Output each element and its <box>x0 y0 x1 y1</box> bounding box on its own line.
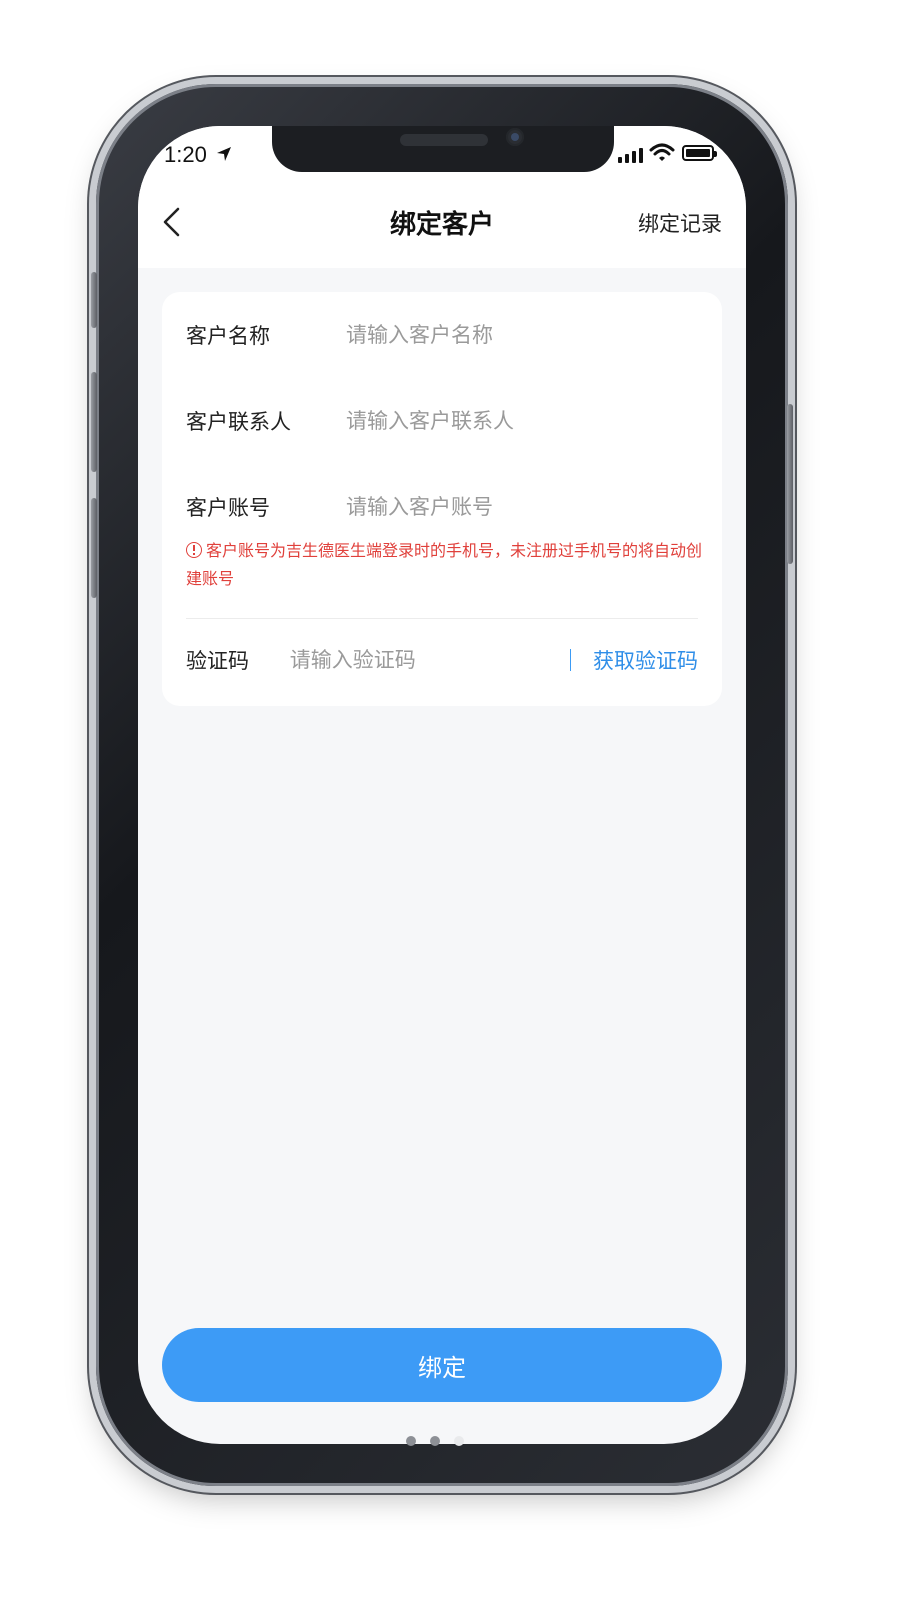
account-input[interactable] <box>346 495 698 519</box>
customer-name-label: 客户名称 <box>186 324 270 348</box>
verify-code-input[interactable] <box>289 648 558 672</box>
verify-code-label: 验证码 <box>186 649 249 673</box>
phone-screen: 1:20 绑定客户 绑定记录 客户名称 客户联系人 客户账号 客户账号为 <box>138 126 746 1444</box>
power-button <box>787 404 793 564</box>
speaker <box>400 134 488 146</box>
account-label: 客户账号 <box>186 496 270 520</box>
mute-switch <box>91 272 97 328</box>
customer-name-row: 客户名称 <box>186 314 698 356</box>
bind-form-card: 客户名称 客户联系人 客户账号 客户账号为吉生德医生端登录时的手机号，未注册过手… <box>162 292 722 706</box>
bind-records-link[interactable]: 绑定记录 <box>638 208 722 238</box>
page-dot-active <box>454 1436 464 1446</box>
contact-person-label: 客户联系人 <box>186 410 291 434</box>
contact-person-input[interactable] <box>346 409 698 433</box>
separator <box>569 649 571 671</box>
account-hint: 客户账号为吉生德医生端登录时的手机号，未注册过手机号的将自动创建账号 <box>186 537 706 593</box>
page-dots <box>406 1436 464 1446</box>
account-row: 客户账号 <box>186 486 698 528</box>
status-time: 1:20 <box>164 142 207 167</box>
notch <box>272 126 614 172</box>
verify-code-row: 验证码 获取验证码 <box>186 639 698 681</box>
bind-button[interactable]: 绑定 <box>162 1328 722 1402</box>
volume-down-button <box>91 498 97 598</box>
page-dot <box>430 1436 440 1446</box>
contact-person-row: 客户联系人 <box>186 400 698 442</box>
page-dot <box>406 1436 416 1446</box>
battery-icon <box>682 145 717 161</box>
get-code-button[interactable]: 获取验证码 <box>593 645 698 675</box>
front-camera <box>506 128 524 146</box>
divider <box>186 618 698 619</box>
location-arrow-icon <box>217 147 231 161</box>
customer-name-input[interactable] <box>346 323 698 347</box>
wifi-icon <box>649 143 675 161</box>
cellular-signal-icon <box>618 148 643 163</box>
account-hint-text: 客户账号为吉生德医生端登录时的手机号，未注册过手机号的将自动创建账号 <box>186 541 703 588</box>
alert-circle-icon <box>186 542 202 558</box>
volume-up-button <box>91 372 97 472</box>
